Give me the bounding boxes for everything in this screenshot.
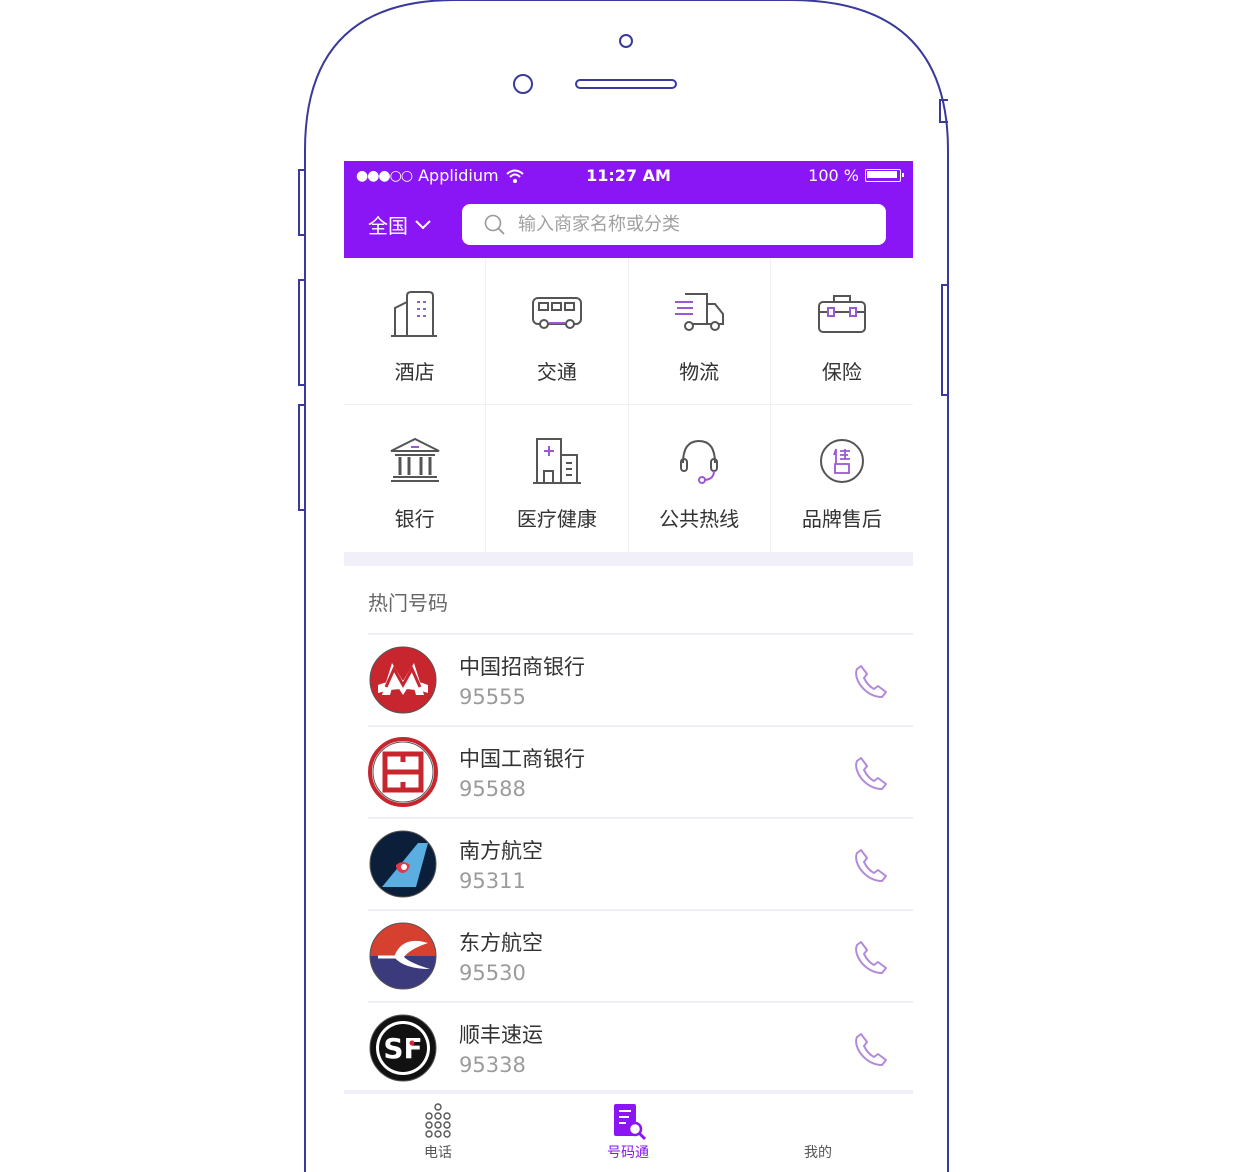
- phone-call-icon[interactable]: [852, 1030, 890, 1068]
- phone-call-icon[interactable]: [852, 846, 890, 884]
- phone-call-icon[interactable]: [852, 662, 890, 700]
- profile-icon: [798, 1102, 838, 1142]
- list-item[interactable]: 中国工商银行 95588: [368, 725, 913, 817]
- category-transport[interactable]: 交通: [486, 258, 629, 405]
- contact-name: 中国招商银行: [459, 655, 585, 679]
- proximity-sensor: [513, 74, 533, 94]
- search-icon: [484, 214, 505, 235]
- category-insurance[interactable]: 保险: [770, 258, 913, 405]
- hospital-icon: [532, 438, 581, 484]
- list-item[interactable]: 中国招商银行 95555: [368, 633, 913, 725]
- front-camera: [619, 34, 633, 48]
- briefcase-icon: [817, 295, 866, 333]
- category-label: 医疗健康: [516, 507, 597, 531]
- category-hotel[interactable]: 酒店: [344, 258, 487, 405]
- category-label: 银行: [394, 507, 435, 531]
- after-sales-icon: [819, 439, 864, 483]
- contact-name: 中国工商银行: [459, 747, 585, 771]
- tab-profile[interactable]: 我的: [758, 1102, 878, 1162]
- china-southern-logo: [369, 830, 437, 898]
- contact-name: 东方航空: [459, 931, 543, 955]
- category-logistics[interactable]: 物流: [628, 258, 771, 405]
- app-screen: ●●●○○ Applidium 11:27 AM 100 % 全国 输入商家名称…: [344, 161, 913, 1172]
- chevron-down-icon: [415, 219, 431, 229]
- battery-icon: [865, 169, 904, 182]
- category-grid: 酒店 交通 物流 保险 银行 医疗健康 公共热线 品牌售后: [344, 258, 913, 552]
- bottom-tab-bar: 电话 号码通 我的: [344, 1090, 913, 1172]
- category-label: 保险: [821, 360, 862, 384]
- region-label: 全国: [368, 214, 408, 238]
- tab-directory[interactable]: 号码通: [568, 1102, 688, 1162]
- hot-numbers-title: 热门号码: [368, 591, 448, 615]
- bus-icon: [531, 297, 582, 329]
- speaker-grille: [575, 79, 677, 89]
- tab-label: 号码通: [607, 1145, 649, 1161]
- contact-number: 95588: [459, 777, 526, 801]
- list-item[interactable]: SF 顺丰速运 95338: [368, 1001, 913, 1093]
- search-input[interactable]: [516, 213, 860, 236]
- battery-percent: 100 %: [808, 166, 859, 185]
- bank-icon: [390, 437, 440, 482]
- search-box[interactable]: [462, 204, 886, 245]
- list-item[interactable]: 东方航空 95530: [368, 909, 913, 1001]
- tab-phone[interactable]: 电话: [378, 1102, 498, 1162]
- contact-number: 95311: [459, 869, 526, 893]
- category-label: 交通: [536, 360, 577, 384]
- icbc-logo: [368, 737, 438, 807]
- directory-search-icon: [614, 1104, 647, 1141]
- dialpad-icon: [425, 1103, 451, 1138]
- category-label: 品牌售后: [801, 507, 882, 531]
- sf-express-logo: SF: [369, 1014, 437, 1082]
- phone-call-icon[interactable]: [852, 938, 890, 976]
- category-public-hotline[interactable]: 公共热线: [629, 405, 771, 552]
- category-medical[interactable]: 医疗健康: [486, 405, 629, 552]
- contact-number: 95338: [459, 1053, 526, 1077]
- region-selector[interactable]: 全国: [368, 210, 432, 239]
- section-divider: [344, 552, 913, 566]
- contact-number: 95555: [459, 685, 526, 709]
- phone-call-icon[interactable]: [852, 754, 890, 792]
- china-eastern-logo: [369, 922, 437, 990]
- list-item[interactable]: 南方航空 95311: [368, 817, 913, 909]
- category-label: 公共热线: [659, 507, 740, 531]
- category-label: 物流: [679, 360, 720, 384]
- tab-label: 我的: [804, 1145, 832, 1161]
- category-label: 酒店: [394, 360, 435, 384]
- contact-number: 95530: [459, 961, 526, 985]
- contact-name: 南方航空: [459, 839, 543, 863]
- tab-label: 电话: [424, 1145, 452, 1161]
- contact-name: 顺丰速运: [459, 1023, 543, 1047]
- hot-numbers-list: 中国招商银行 95555 中国工商银行 95588 南方航空 95311 东方航…: [368, 633, 913, 1093]
- truck-icon: [675, 293, 725, 331]
- status-bar: ●●●○○ Applidium 11:27 AM 100 %: [344, 161, 913, 193]
- category-after-sales[interactable]: 品牌售后: [771, 405, 913, 552]
- hotel-building-icon: [390, 291, 437, 337]
- cmb-logo: [369, 646, 437, 714]
- top-header: 全国: [344, 193, 913, 258]
- svg-text:SF: SF: [383, 1032, 422, 1065]
- headset-icon: [680, 439, 719, 484]
- category-bank[interactable]: 银行: [344, 405, 487, 552]
